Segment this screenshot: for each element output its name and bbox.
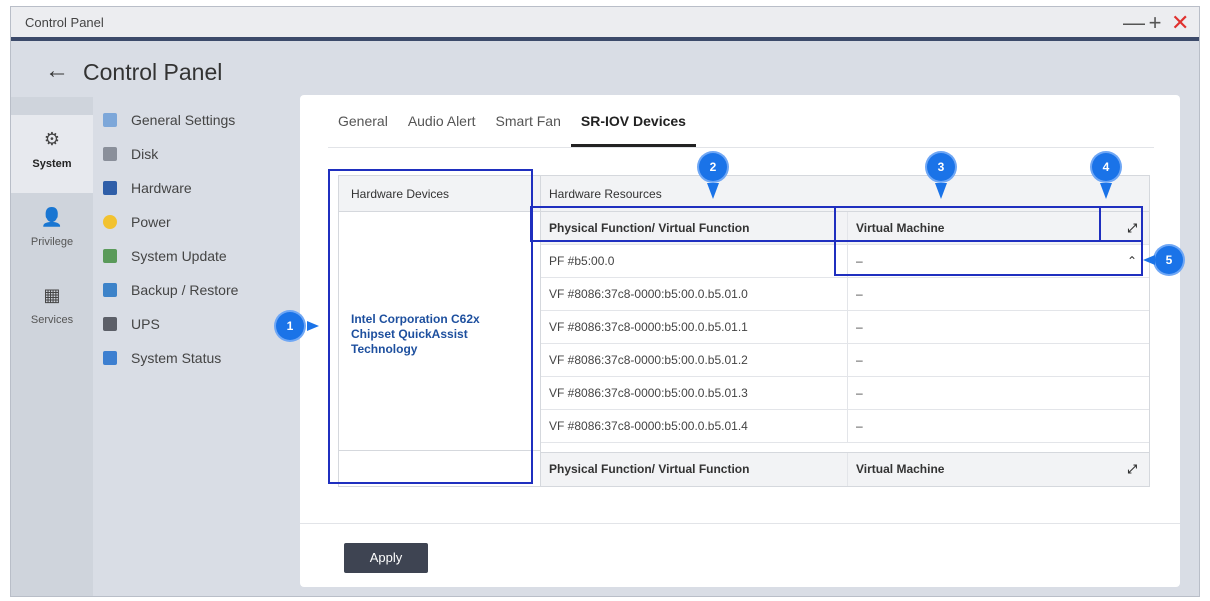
footer-divider bbox=[300, 523, 1180, 524]
vm-cell: – bbox=[847, 344, 1147, 376]
resource-column-footer-row: Physical Function/ Virtual Function Virt… bbox=[541, 452, 1149, 486]
callout-badge-5: 5 bbox=[1155, 246, 1183, 274]
callout-highlight-vm-row bbox=[834, 240, 1143, 276]
ups-icon bbox=[103, 317, 117, 331]
table-row: VF #8086:37c8-0000:b5:00.0.b5.01.0 – bbox=[541, 278, 1149, 311]
tab-bar: General Audio Alert Smart Fan SR-IOV Dev… bbox=[328, 95, 697, 147]
sidebar-item-label: System Status bbox=[131, 350, 222, 366]
hardware-icon bbox=[103, 181, 117, 195]
rail-item-system[interactable]: ⚙ System bbox=[11, 115, 93, 193]
pf-vf-cell: PF #b5:00.0 bbox=[549, 254, 615, 268]
vm-column-footer: Virtual Machine bbox=[847, 453, 1147, 486]
callout-arrow-1 bbox=[307, 321, 319, 331]
callout-highlight-expand bbox=[1099, 206, 1143, 242]
sidebar-item-system-update[interactable]: System Update bbox=[103, 239, 293, 273]
tab-sr-iov-devices[interactable]: SR-IOV Devices bbox=[570, 95, 697, 147]
rail-label: Services bbox=[30, 314, 74, 326]
table-row: VF #8086:37c8-0000:b5:00.0.b5.01.1 – bbox=[541, 311, 1149, 344]
disk-icon bbox=[103, 147, 117, 161]
sidebar-item-general-settings[interactable]: General Settings bbox=[103, 103, 293, 137]
callout-highlight-pf-vf-header bbox=[530, 206, 836, 242]
rail-label: System bbox=[32, 158, 72, 170]
vm-cell: – bbox=[847, 278, 1147, 310]
gear-icon: ⚙ bbox=[43, 129, 61, 149]
sidebar-item-label: General Settings bbox=[131, 112, 236, 128]
sidebar-item-ups[interactable]: UPS bbox=[103, 307, 293, 341]
general-settings-icon bbox=[103, 113, 117, 127]
tab-general[interactable]: General bbox=[328, 95, 398, 147]
callout-arrow-5 bbox=[1143, 255, 1155, 265]
pf-vf-cell: VF #8086:37c8-0000:b5:00.0.b5.01.3 bbox=[549, 386, 748, 400]
expand-icon[interactable]: ⤢ bbox=[1127, 453, 1137, 486]
close-button[interactable]: ✕ bbox=[1171, 9, 1189, 37]
sidebar-item-system-status[interactable]: System Status bbox=[103, 341, 293, 375]
page-header: ← Control Panel bbox=[11, 45, 1199, 95]
pf-vf-cell: VF #8086:37c8-0000:b5:00.0.b5.01.4 bbox=[549, 419, 748, 433]
maximize-button[interactable]: + bbox=[1147, 9, 1163, 37]
callout-badge-2: 2 bbox=[699, 153, 727, 181]
window: Control Panel — + ✕ ← Control Panel ⚙ Sy… bbox=[10, 6, 1200, 597]
table-row: VF #8086:37c8-0000:b5:00.0.b5.01.2 – bbox=[541, 344, 1149, 377]
rail-label: Privilege bbox=[30, 236, 74, 248]
callout-badge-4: 4 bbox=[1092, 153, 1120, 181]
window-title: Control Panel bbox=[25, 15, 104, 30]
vm-cell: – bbox=[847, 410, 1147, 442]
vm-cell: – bbox=[847, 377, 1147, 409]
rail-item-privilege[interactable]: 👤 Privilege bbox=[11, 193, 93, 271]
callout-highlight-hardware-devices bbox=[328, 169, 533, 484]
vm-cell: – bbox=[847, 311, 1147, 343]
sidebar-item-label: Disk bbox=[131, 146, 159, 162]
pf-vf-cell: VF #8086:37c8-0000:b5:00.0.b5.01.2 bbox=[549, 353, 748, 367]
callout-highlight-vm-header bbox=[834, 206, 1101, 242]
page-title: Control Panel bbox=[83, 59, 223, 85]
backup-icon bbox=[103, 283, 117, 297]
lightbulb-icon bbox=[103, 215, 117, 229]
system-update-icon bbox=[103, 249, 117, 263]
rail-item-services[interactable]: ▦ Services bbox=[11, 271, 93, 349]
sidebar-item-backup-restore[interactable]: Backup / Restore bbox=[103, 273, 293, 307]
user-icon: 👤 bbox=[40, 207, 64, 227]
pf-vf-cell: VF #8086:37c8-0000:b5:00.0.b5.01.1 bbox=[549, 320, 748, 334]
sidebar-item-label: Hardware bbox=[131, 180, 192, 196]
sidebar-item-label: Backup / Restore bbox=[131, 282, 239, 298]
sidebar-item-label: System Update bbox=[131, 248, 227, 264]
back-arrow-icon[interactable]: ← bbox=[45, 57, 69, 85]
monitor-icon bbox=[103, 351, 117, 365]
callout-badge-3: 3 bbox=[927, 153, 955, 181]
sidebar-item-label: Power bbox=[131, 214, 171, 230]
tab-divider bbox=[328, 147, 1154, 148]
callout-arrow-3 bbox=[935, 183, 947, 199]
services-grid-icon: ▦ bbox=[43, 285, 61, 305]
table-row: VF #8086:37c8-0000:b5:00.0.b5.01.4 – bbox=[541, 410, 1149, 443]
pf-vf-cell: VF #8086:37c8-0000:b5:00.0.b5.01.0 bbox=[549, 287, 748, 301]
title-bar: Control Panel — + ✕ bbox=[11, 7, 1199, 41]
table-row: VF #8086:37c8-0000:b5:00.0.b5.01.3 – bbox=[541, 377, 1149, 410]
callout-badge-1: 1 bbox=[276, 312, 304, 340]
pf-vf-column-footer: Physical Function/ Virtual Function bbox=[549, 462, 750, 476]
tab-smart-fan[interactable]: Smart Fan bbox=[486, 95, 571, 147]
apply-button[interactable]: Apply bbox=[344, 543, 428, 573]
system-submenu: General Settings Disk Hardware Power Sys… bbox=[103, 103, 293, 375]
minimize-button[interactable]: — bbox=[1123, 9, 1145, 37]
tab-audio-alert[interactable]: Audio Alert bbox=[398, 95, 486, 147]
category-rail: ⚙ System 👤 Privilege ▦ Services bbox=[11, 97, 93, 596]
sidebar-item-disk[interactable]: Disk bbox=[103, 137, 293, 171]
callout-arrow-4 bbox=[1100, 183, 1112, 199]
callout-arrow-2 bbox=[707, 183, 719, 199]
sidebar-item-power[interactable]: Power bbox=[103, 205, 293, 239]
sidebar-item-label: UPS bbox=[131, 316, 160, 332]
sidebar-item-hardware[interactable]: Hardware bbox=[103, 171, 293, 205]
